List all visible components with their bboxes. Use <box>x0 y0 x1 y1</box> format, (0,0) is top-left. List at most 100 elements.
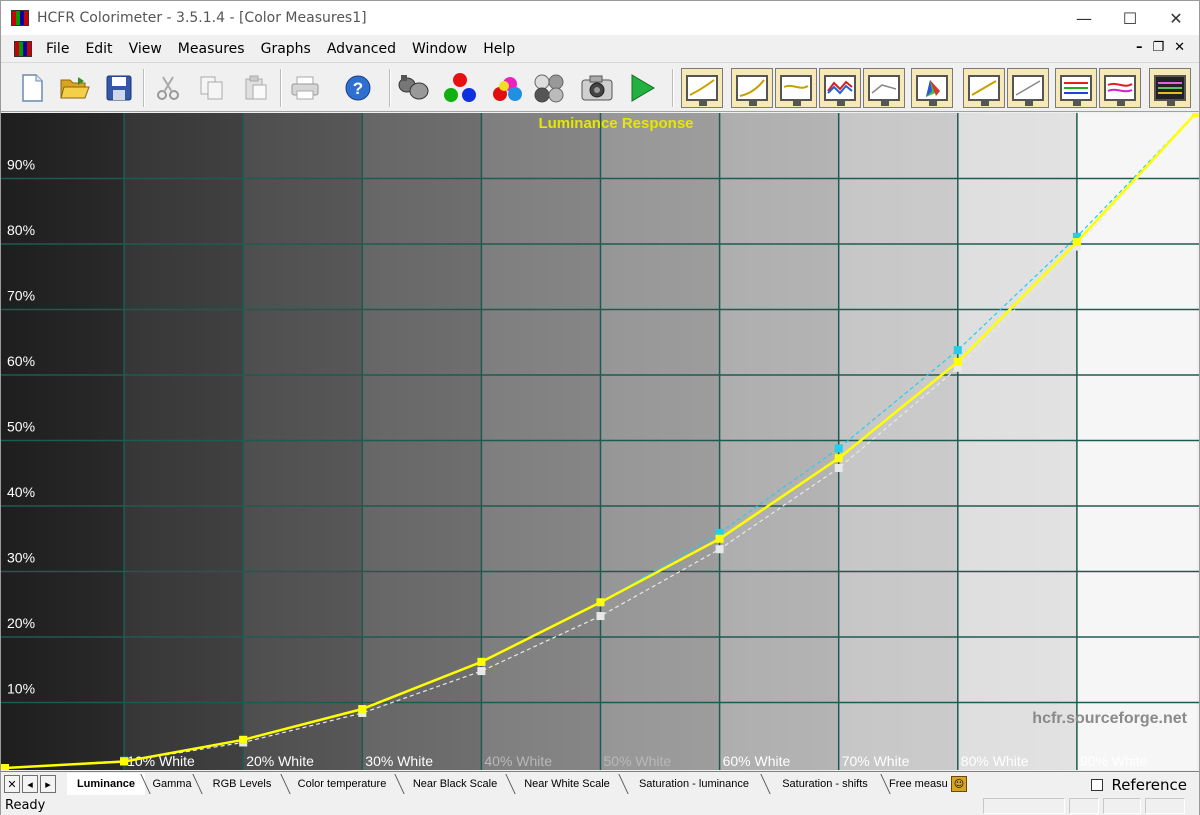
data-point <box>239 735 248 744</box>
x-tick-label: 60% White <box>723 753 791 769</box>
tab-color-temperature[interactable]: Color temperature <box>289 773 395 795</box>
close-icon[interactable]: ✕ <box>1153 1 1199 35</box>
status-panel-3 <box>1103 798 1141 814</box>
tab-gamma[interactable]: Gamma <box>149 773 195 795</box>
data-point <box>1 764 9 770</box>
background-column <box>719 113 840 770</box>
data-point <box>834 444 843 453</box>
data-point <box>1072 238 1081 247</box>
reference-checkbox[interactable] <box>1091 779 1104 791</box>
graph-view-3-icon[interactable] <box>775 68 817 108</box>
menu-window[interactable]: Window <box>404 41 475 57</box>
secondaries-icon[interactable] <box>488 71 522 105</box>
rgb-primaries-icon[interactable] <box>443 71 477 105</box>
background-column <box>243 113 364 770</box>
cie-chart-icon[interactable] <box>911 68 953 108</box>
play-icon[interactable] <box>625 71 659 105</box>
y-tick-label: 50% <box>7 419 35 435</box>
tab-near-white-scale[interactable]: Near White Scale <box>514 773 620 795</box>
menu-bar: File Edit View Measures Graphs Advanced … <box>1 36 1199 61</box>
watermark-text: hcfr.sourceforge.net <box>1032 710 1187 727</box>
sensor-icon[interactable] <box>397 71 431 105</box>
x-tick-label: 40% White <box>484 753 552 769</box>
reference-toggle[interactable]: Reference <box>1091 776 1187 794</box>
menu-view[interactable]: View <box>121 41 170 57</box>
tab-luminance[interactable]: Luminance <box>67 773 145 795</box>
data-point <box>715 545 724 554</box>
camera-icon[interactable] <box>580 71 614 105</box>
menu-graphs[interactable]: Graphs <box>253 41 319 57</box>
background-column <box>1 113 126 770</box>
background-column <box>600 113 721 770</box>
data-point <box>1192 113 1199 117</box>
copy-icon[interactable] <box>195 71 229 105</box>
data-point <box>120 757 129 766</box>
help-icon[interactable]: ? <box>341 71 375 105</box>
menu-measures[interactable]: Measures <box>170 41 253 57</box>
menu-advanced[interactable]: Advanced <box>319 41 404 57</box>
background-column <box>1076 113 1197 770</box>
document-icon[interactable] <box>14 40 32 57</box>
title-bar: HCFR Colorimeter - 3.5.1.4 - [Color Meas… <box>1 1 1199 35</box>
background-column <box>362 113 483 770</box>
tab-overflow-icon[interactable]: ☺ <box>951 776 967 792</box>
cut-icon[interactable] <box>151 71 185 105</box>
paste-icon[interactable] <box>239 71 273 105</box>
tab-saturation-luminance[interactable]: Saturation - luminance <box>627 773 761 795</box>
graph-view-7-icon[interactable] <box>963 68 1005 108</box>
tab-free-measures[interactable]: Free measu <box>889 773 951 795</box>
tab-scroll-right-icon[interactable]: ▸ <box>40 775 56 793</box>
close-tab-icon[interactable]: ✕ <box>4 775 20 793</box>
data-point <box>953 357 962 366</box>
x-tick-label: 70% White <box>842 753 910 769</box>
data-point <box>834 454 843 463</box>
minimize-icon[interactable]: — <box>1061 1 1107 35</box>
status-panel-1 <box>983 798 1065 814</box>
luminance-chart: 10% 20% 30% 40% 50% 60% 70% 80% 90% 10% White 20% … <box>1 113 1199 770</box>
menu-help[interactable]: Help <box>475 41 523 57</box>
spectrum-graph-icon[interactable] <box>1149 68 1191 108</box>
graph-view-2-icon[interactable] <box>731 68 773 108</box>
reference-label: Reference <box>1111 776 1187 794</box>
data-point <box>596 598 605 607</box>
y-tick-label: 20% <box>7 615 35 631</box>
tab-rgb-levels[interactable]: RGB Levels <box>201 773 283 795</box>
tab-bar: ✕ ◂ ▸ Luminance Gamma RGB Levels Color t… <box>1 771 1199 797</box>
menu-edit[interactable]: Edit <box>77 41 120 57</box>
new-document-icon[interactable] <box>15 71 49 105</box>
rgb-levels-graph-icon[interactable] <box>1055 68 1097 108</box>
grayscale-icon[interactable] <box>532 71 566 105</box>
data-point <box>596 612 605 621</box>
mdi-minimize-icon[interactable]: – <box>1136 40 1143 55</box>
save-disk-icon[interactable] <box>102 71 136 105</box>
data-point <box>834 464 843 473</box>
maximize-icon[interactable]: ☐ <box>1107 1 1153 35</box>
data-point <box>358 705 367 714</box>
graph-view-1-icon[interactable] <box>681 68 723 108</box>
x-tick-label: 20% White <box>246 753 314 769</box>
print-icon[interactable] <box>288 71 322 105</box>
status-panel-2 <box>1069 798 1099 814</box>
chart-canvas: 10%20%30%40%50%60%70%80%90%10% White 20% … <box>1 113 1199 770</box>
svg-text:?: ? <box>353 79 363 98</box>
y-tick-label: 30% <box>7 550 35 566</box>
y-tick-label: 10% <box>7 681 35 697</box>
y-tick-label: 90% <box>7 157 35 173</box>
graph-view-8-icon[interactable] <box>1007 68 1049 108</box>
tab-saturation-shifts[interactable]: Saturation - shifts <box>769 773 881 795</box>
tab-scroll-left-icon[interactable]: ◂ <box>22 775 38 793</box>
background-column <box>481 113 602 770</box>
mdi-close-icon[interactable]: ✕ <box>1174 40 1185 55</box>
menu-file[interactable]: File <box>38 41 77 57</box>
background-column <box>124 113 245 770</box>
graph-view-5-icon[interactable] <box>863 68 905 108</box>
mdi-restore-icon[interactable]: ❐ <box>1152 40 1164 55</box>
gamma-graph-icon[interactable] <box>1099 68 1141 108</box>
status-text: Ready <box>5 798 46 813</box>
data-point <box>477 667 486 676</box>
tab-near-black-scale[interactable]: Near Black Scale <box>403 773 507 795</box>
status-panel-4 <box>1145 798 1185 814</box>
y-tick-label: 60% <box>7 353 35 369</box>
graph-view-4-icon[interactable] <box>819 68 861 108</box>
open-folder-icon[interactable] <box>58 71 92 105</box>
